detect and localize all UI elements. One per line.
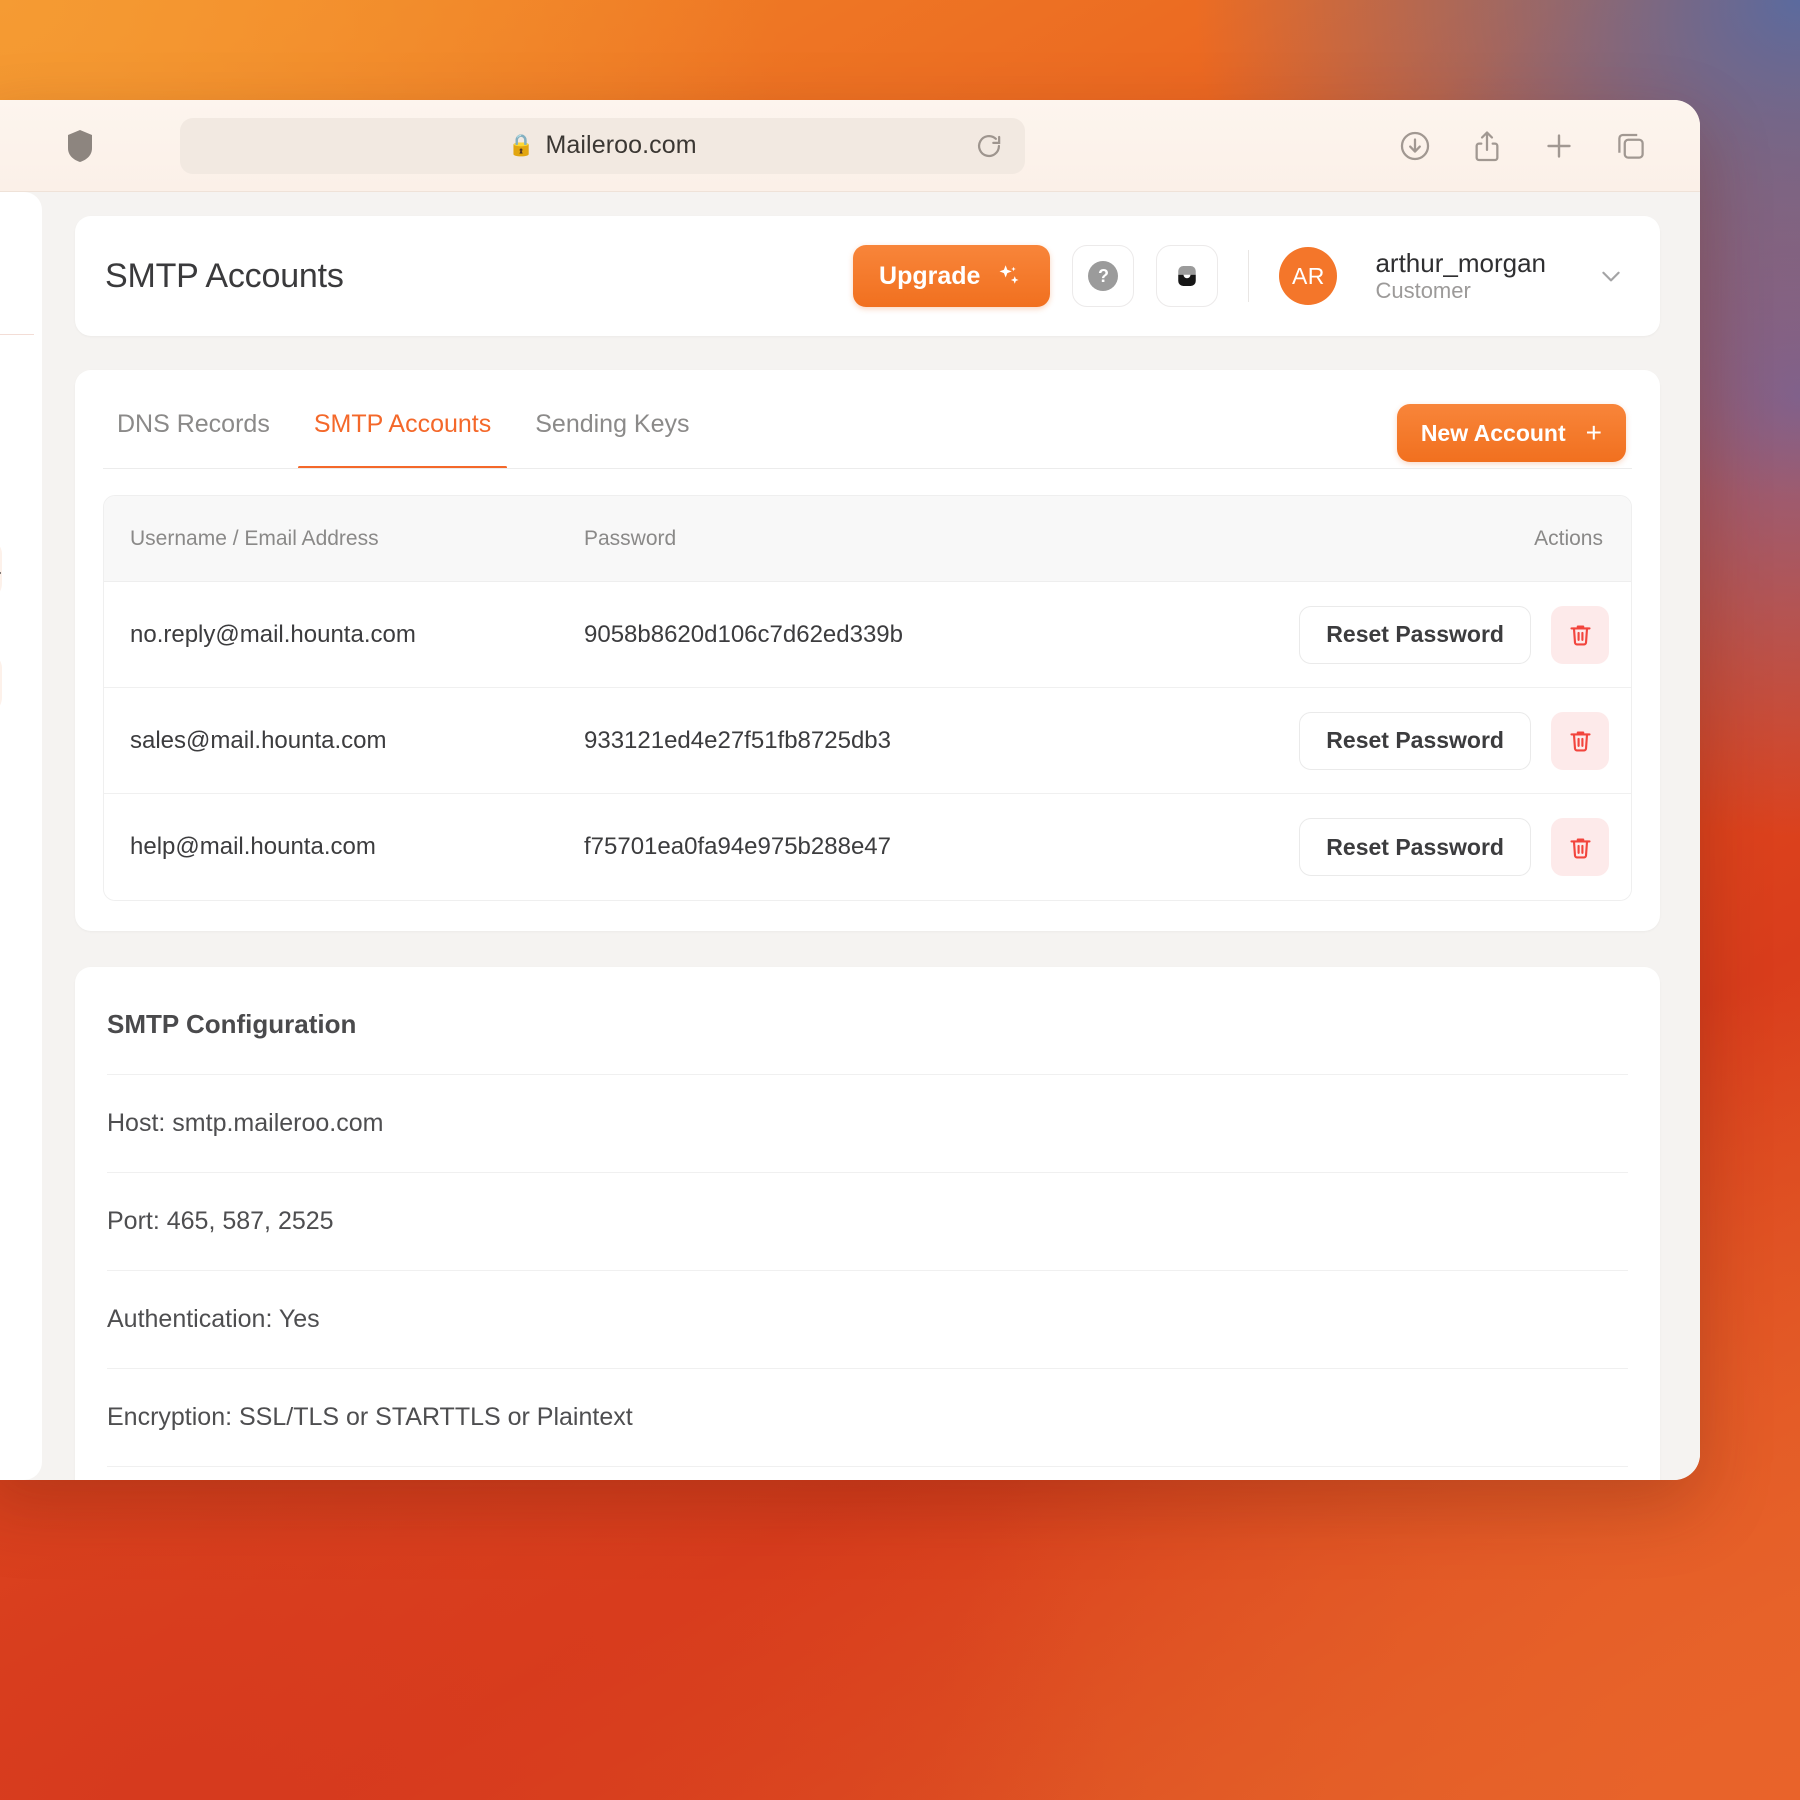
config-row-encryption: Encryption: SSL/TLS or STARTTLS or Plain… — [107, 1368, 1628, 1466]
column-header-password: Password — [584, 526, 677, 550]
user-meta: arthur_morgan Customer — [1375, 248, 1546, 305]
config-row-host: Host: smtp.maileroo.com — [107, 1074, 1628, 1172]
reset-password-button[interactable]: Reset Password — [1299, 818, 1531, 876]
table-header-row: Username / Email Address Password Action… — [104, 496, 1631, 582]
cell-password: 9058b8620d106c7d62ed339b — [584, 620, 903, 648]
cell-actions: Reset Password — [1241, 605, 1631, 664]
url-text: Maileroo.com — [545, 131, 697, 159]
sidebar-divider — [0, 334, 34, 335]
header-divider — [1248, 250, 1250, 302]
table-row: help@mail.hounta.com f75701ea0fa94e975b2… — [104, 794, 1631, 900]
url-bar[interactable]: 🔒 Maileroo.com — [180, 117, 1025, 174]
column-header-username: Username / Email Address — [130, 526, 379, 550]
smtp-accounts-table: Username / Email Address Password Action… — [103, 495, 1632, 901]
trash-icon — [1569, 731, 1591, 752]
toolbar-left — [0, 128, 180, 164]
cell-password: 933121ed4e27f51fb8725db3 — [584, 726, 891, 754]
config-note: Use full email addresses like hello@mail… — [107, 1466, 1628, 1480]
cell-username: help@mail.hounta.com — [130, 833, 376, 860]
cell-actions: Reset Password — [1241, 818, 1631, 876]
browser-window: 🔒 Maileroo.com SMTP Accounts Upgrade ? A… — [0, 100, 1700, 1480]
tab-list: DNS Records SMTP Accounts Sending Keys — [109, 404, 712, 469]
smtp-configuration-card: SMTP Configuration Host: smtp.maileroo.c… — [75, 967, 1660, 1480]
chevron-down-icon[interactable] — [1598, 263, 1624, 289]
smtp-configuration-title: SMTP Configuration — [107, 1009, 357, 1039]
tabs-icon[interactable] — [1614, 129, 1648, 163]
table-row: no.reply@mail.hounta.com 9058b8620d106c7… — [104, 582, 1631, 688]
help-icon: ? — [1088, 261, 1119, 291]
user-name: arthur_morgan — [1375, 247, 1546, 278]
trash-icon — [1569, 625, 1591, 646]
lock-icon: 🔒 — [508, 134, 535, 157]
page-header-card: SMTP Accounts Upgrade ? AR arthur_morgan… — [75, 216, 1660, 336]
page-content: SMTP Accounts Upgrade ? AR arthur_morgan… — [75, 192, 1700, 1480]
reset-password-button[interactable]: Reset Password — [1299, 711, 1531, 770]
shield-icon[interactable] — [65, 128, 95, 164]
cell-username: no.reply@mail.hounta.com — [130, 620, 416, 648]
new-account-label: New Account — [1420, 419, 1566, 446]
upgrade-label: Upgrade — [879, 261, 981, 290]
help-button[interactable]: ? — [1072, 245, 1135, 307]
page-viewport: SMTP Accounts Upgrade ? AR arthur_morgan… — [0, 192, 1700, 1480]
reload-icon[interactable] — [975, 132, 1003, 160]
new-tab-icon[interactable] — [1542, 129, 1576, 163]
desktop-background: 🔒 Maileroo.com SMTP Accounts Upgrade ? A… — [0, 0, 1800, 1800]
delete-account-button[interactable] — [1551, 818, 1609, 876]
plus-icon: + — [1585, 417, 1602, 448]
column-header-actions: Actions — [1534, 526, 1603, 550]
delete-account-button[interactable] — [1551, 711, 1609, 770]
tab-sending-keys[interactable]: Sending Keys — [513, 404, 711, 469]
trash-icon — [1569, 837, 1591, 858]
reset-password-button[interactable]: Reset Password — [1299, 605, 1531, 664]
upgrade-button[interactable]: Upgrade — [853, 245, 1051, 307]
app-sidebar-peek[interactable] — [0, 192, 42, 1480]
cell-username: sales@mail.hounta.com — [130, 726, 387, 754]
share-icon[interactable] — [1470, 129, 1504, 163]
inbox-icon — [1178, 266, 1197, 286]
download-icon[interactable] — [1398, 129, 1432, 163]
config-row-port: Port: 465, 587, 2525 — [107, 1172, 1628, 1270]
tabs-underline — [103, 468, 1632, 469]
toolbar-right — [1398, 129, 1662, 163]
chevron-right-icon[interactable] — [0, 564, 6, 582]
table-row: sales@mail.hounta.com 933121ed4e27f51fb8… — [104, 688, 1631, 794]
config-row-authentication: Authentication: Yes — [107, 1270, 1628, 1368]
sidebar-item-highlight-2[interactable] — [0, 654, 2, 712]
avatar[interactable]: AR — [1279, 247, 1338, 305]
tab-smtp-accounts[interactable]: SMTP Accounts — [292, 404, 513, 469]
user-role: Customer — [1375, 278, 1471, 304]
inbox-button[interactable] — [1156, 245, 1219, 307]
tab-dns-records[interactable]: DNS Records — [109, 404, 292, 469]
tabs-bar: DNS Records SMTP Accounts Sending Keys N… — [103, 404, 1632, 469]
cell-password: f75701ea0fa94e975b288e47 — [584, 833, 891, 860]
cell-actions: Reset Password — [1241, 711, 1631, 770]
accounts-card: DNS Records SMTP Accounts Sending Keys N… — [75, 370, 1660, 931]
header-actions: Upgrade ? AR arthur_morgan Customer — [853, 245, 1624, 307]
new-account-button[interactable]: New Account + — [1396, 404, 1626, 462]
delete-account-button[interactable] — [1551, 605, 1609, 664]
sparkles-icon — [999, 265, 1020, 284]
browser-toolbar: 🔒 Maileroo.com — [0, 100, 1700, 192]
page-title: SMTP Accounts — [105, 256, 344, 295]
